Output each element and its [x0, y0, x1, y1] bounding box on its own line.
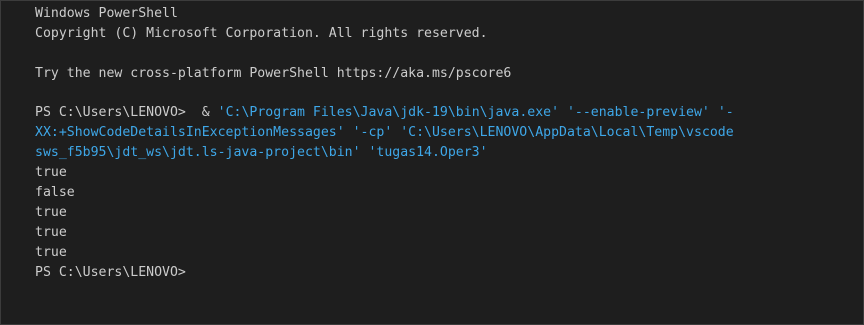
- output-line: true: [35, 165, 67, 181]
- output-line: true: [35, 224, 67, 240]
- command-line-3: sws_f5b95\jdt_ws\jdt.ls-java-project\bin…: [35, 143, 863, 163]
- command-args-1: 'C:\Program Files\Java\jdk-19\bin\java.e…: [217, 105, 734, 121]
- try-message-line: Try the new cross-platform PowerShell ht…: [35, 65, 512, 81]
- copyright-line: Copyright (C) Microsoft Corporation. All…: [35, 25, 488, 41]
- header-title: Windows PowerShell: [35, 6, 178, 21]
- command-args-3: sws_f5b95\jdt_ws\jdt.ls-java-project\bin…: [35, 145, 488, 161]
- call-operator: &: [193, 105, 218, 121]
- command-line-1: PS C:\Users\LENOVO> & 'C:\Program Files\…: [35, 103, 863, 123]
- prompt: PS C:\Users\LENOVO>: [35, 105, 194, 121]
- command-args-2: XX:+ShowCodeDetailsInExceptionMessages' …: [35, 125, 734, 141]
- output-line: true: [35, 244, 67, 260]
- command-line-2: XX:+ShowCodeDetailsInExceptionMessages' …: [35, 123, 863, 143]
- final-prompt[interactable]: PS C:\Users\LENOVO>: [35, 263, 863, 283]
- powershell-terminal[interactable]: Windows PowerShell Copyright (C) Microso…: [0, 0, 864, 325]
- output-line: false: [35, 185, 75, 201]
- output-line: true: [35, 204, 67, 220]
